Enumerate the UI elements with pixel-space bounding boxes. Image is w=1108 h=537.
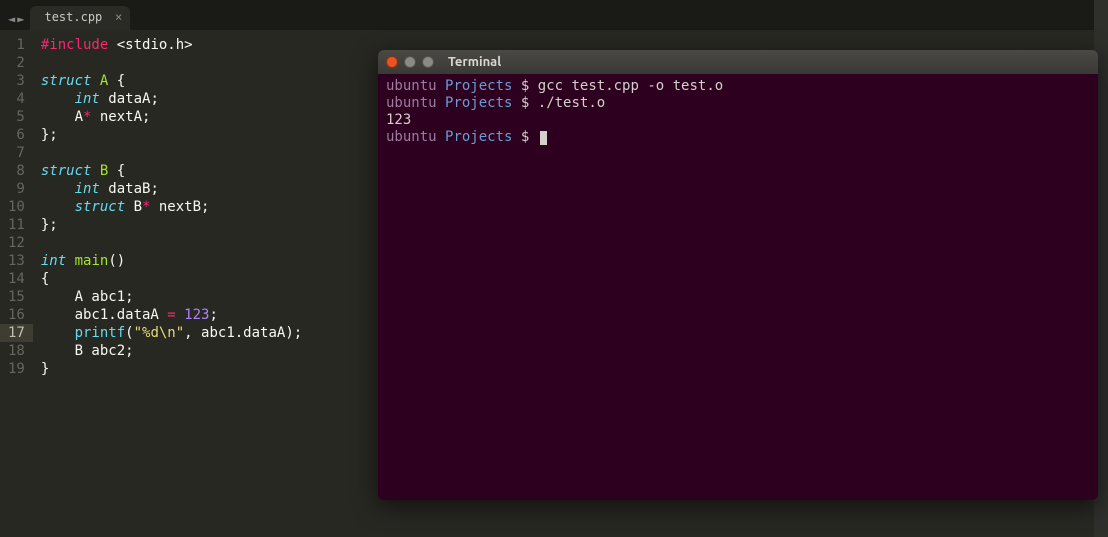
code-content[interactable]: #include <stdio.h> struct A { int dataA;… <box>33 30 302 537</box>
code-line[interactable]: abc1.dataA = 123; <box>41 306 302 324</box>
terminal-prompt-line: ubuntu Projects $ <box>386 129 1090 146</box>
line-number: 19 <box>8 360 25 378</box>
code-line[interactable]: int dataB; <box>41 180 302 198</box>
line-number: 3 <box>8 72 25 90</box>
code-line[interactable]: struct A { <box>41 72 302 90</box>
tab-test-cpp[interactable]: test.cpp × <box>30 6 130 30</box>
line-number: 2 <box>8 54 25 72</box>
code-line[interactable]: } <box>41 360 302 378</box>
code-line[interactable]: struct B* nextB; <box>41 198 302 216</box>
line-number: 10 <box>8 198 25 216</box>
terminal-output-line: 123 <box>386 112 1090 129</box>
terminal-prompt-line: ubuntu Projects $ gcc test.cpp -o test.o <box>386 78 1090 95</box>
line-number: 6 <box>8 126 25 144</box>
code-line[interactable] <box>41 54 302 72</box>
tab-nav-prev-icon[interactable]: ◄ <box>8 12 15 26</box>
line-number: 5 <box>8 108 25 126</box>
window-minimize-button[interactable] <box>404 56 416 68</box>
tab-bar: ◄ ► test.cpp × <box>0 0 1108 30</box>
code-line[interactable]: }; <box>41 216 302 234</box>
tab-nav-arrows: ◄ ► <box>4 12 30 30</box>
terminal-body[interactable]: ubuntu Projects $ gcc test.cpp -o test.o… <box>378 74 1098 150</box>
line-number: 11 <box>8 216 25 234</box>
code-line[interactable]: A* nextA; <box>41 108 302 126</box>
line-number: 18 <box>8 342 25 360</box>
line-number: 1 <box>8 36 25 54</box>
code-line[interactable]: }; <box>41 126 302 144</box>
close-icon[interactable]: × <box>115 10 122 24</box>
code-line[interactable]: { <box>41 270 302 288</box>
window-maximize-button[interactable] <box>422 56 434 68</box>
code-line[interactable]: int dataA; <box>41 90 302 108</box>
code-line[interactable]: #include <stdio.h> <box>41 36 302 54</box>
tab-label: test.cpp <box>44 10 102 24</box>
line-number: 16 <box>8 306 25 324</box>
code-line[interactable]: int main() <box>41 252 302 270</box>
line-number: 7 <box>8 144 25 162</box>
terminal-titlebar[interactable]: Terminal <box>378 50 1098 74</box>
terminal-cursor <box>540 131 547 145</box>
line-number: 12 <box>8 234 25 252</box>
code-line[interactable] <box>41 234 302 252</box>
code-line[interactable]: A abc1; <box>41 288 302 306</box>
terminal-window[interactable]: Terminal ubuntu Projects $ gcc test.cpp … <box>378 50 1098 500</box>
code-line[interactable]: B abc2; <box>41 342 302 360</box>
line-number: 15 <box>8 288 25 306</box>
window-close-button[interactable] <box>386 56 398 68</box>
line-number: 8 <box>8 162 25 180</box>
line-number: 9 <box>8 180 25 198</box>
line-number: 17 <box>0 324 33 342</box>
line-number: 4 <box>8 90 25 108</box>
tab-nav-next-icon[interactable]: ► <box>17 12 24 26</box>
line-number-gutter: 12345678910111213141516171819 <box>0 30 33 537</box>
line-number: 13 <box>8 252 25 270</box>
code-line[interactable] <box>41 144 302 162</box>
code-line[interactable]: struct B { <box>41 162 302 180</box>
terminal-prompt-line: ubuntu Projects $ ./test.o <box>386 95 1090 112</box>
line-number: 14 <box>8 270 25 288</box>
code-line[interactable]: printf("%d\n", abc1.dataA); <box>41 324 302 342</box>
terminal-title: Terminal <box>448 55 501 69</box>
